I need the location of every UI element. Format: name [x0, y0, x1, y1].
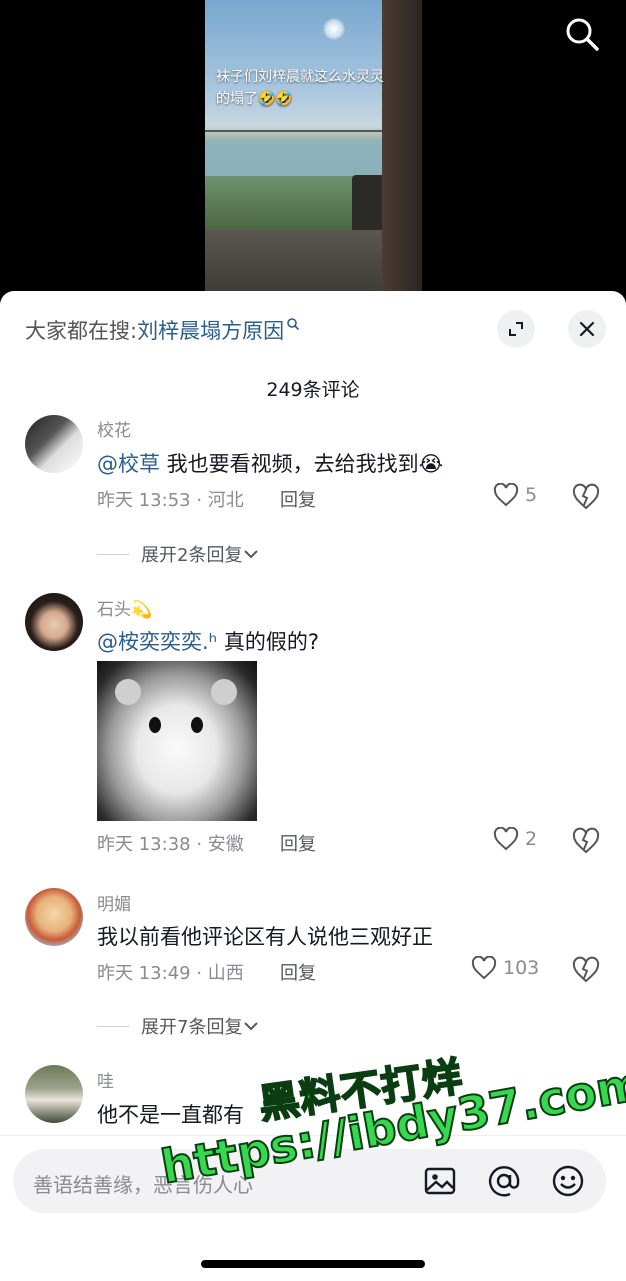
wall: [382, 0, 422, 300]
like-button[interactable]: 2: [493, 827, 537, 851]
broken-heart-icon[interactable]: [572, 827, 600, 855]
hamster-eye: [191, 717, 203, 733]
hamster-eye: [149, 717, 161, 733]
avatar[interactable]: [25, 415, 83, 473]
like-button[interactable]: 103: [471, 956, 539, 980]
comment-username[interactable]: 校花: [97, 416, 131, 441]
comment-body: 我也要看视频，去给我找到😭: [160, 452, 444, 476]
avatar[interactable]: [25, 593, 83, 651]
close-button[interactable]: [568, 310, 606, 348]
emoji-icon[interactable]: [550, 1163, 586, 1199]
comment-input-placeholder: 善语结善缘，恶言伤人心: [33, 1173, 253, 1197]
divider: [97, 553, 129, 555]
reply-button[interactable]: 回复: [280, 959, 316, 985]
expand-replies-button[interactable]: 展开7条回复: [97, 1013, 260, 1039]
chevron-down-icon: [244, 1022, 259, 1031]
comment-sheet: 大家都在搜:刘梓晨塌方原因 249条评论 校花 @校草 我也要看视频，去给我找到…: [0, 291, 626, 1280]
comment-meta: 昨天 13:49 · 山西: [97, 963, 244, 984]
expand-icon: [509, 322, 523, 336]
balcony-rail: [205, 130, 390, 132]
mention-link[interactable]: @桉奕奕奕.ʰ: [97, 630, 217, 654]
avatar[interactable]: [25, 1065, 83, 1123]
heart-icon: [493, 827, 519, 851]
hamster-ear: [211, 679, 237, 705]
expand-sheet-button[interactable]: [497, 310, 535, 348]
search-small-icon: [287, 318, 300, 331]
video-caption: 袜子们刘梓晨就这么水灵灵的塌了🤣🤣: [216, 69, 384, 107]
comment-text: 我以前看他评论区有人说他三观好正: [97, 925, 433, 949]
avatar[interactable]: [25, 888, 83, 946]
comment-username[interactable]: 哇: [97, 1067, 114, 1092]
comment-input-bar: 善语结善缘，恶言伤人心: [0, 1135, 626, 1281]
like-count: 103: [503, 957, 540, 979]
comment-text: @校草 我也要看视频，去给我找到😭: [97, 448, 443, 478]
heart-icon: [471, 956, 497, 980]
at-mention-icon[interactable]: [486, 1163, 522, 1199]
like-count: 5: [525, 484, 538, 506]
reply-button[interactable]: 回复: [280, 486, 316, 512]
search-icon[interactable]: [562, 14, 602, 54]
hamster-ear: [115, 679, 141, 705]
hot-search-banner[interactable]: 大家都在搜:刘梓晨塌方原因: [25, 315, 300, 345]
hot-search-prefix: 大家都在搜:: [25, 319, 138, 343]
comment-image[interactable]: [97, 661, 257, 821]
comment-count: 249条评论: [266, 379, 360, 401]
hot-search-keyword[interactable]: 刘梓晨塌方原因: [137, 319, 284, 343]
mention-link[interactable]: @校草: [97, 452, 160, 476]
reply-button[interactable]: 回复: [280, 830, 316, 856]
broken-heart-icon[interactable]: [572, 483, 600, 511]
expand-replies-button[interactable]: 展开2条回复: [97, 541, 260, 567]
home-indicator: [201, 1260, 425, 1268]
comment-username[interactable]: 明媚: [97, 890, 131, 915]
comment-input[interactable]: 善语结善缘，恶言伤人心: [13, 1149, 606, 1213]
video-player[interactable]: 袜子们刘梓晨就这么水灵灵的塌了🤣🤣: [0, 0, 626, 300]
expand-label: 展开2条回复: [141, 545, 243, 566]
sun-glare: [323, 18, 345, 40]
comment-meta: 昨天 13:53 · 河北: [97, 490, 244, 511]
comment-username[interactable]: 石头💫: [97, 595, 152, 620]
lake: [205, 140, 385, 176]
video-frame: [205, 0, 422, 300]
heart-icon: [493, 483, 519, 507]
broken-heart-icon[interactable]: [572, 956, 600, 984]
comment-text: @桉奕奕奕.ʰ 真的假的?: [97, 626, 319, 656]
chevron-down-icon: [244, 550, 259, 559]
image-icon[interactable]: [422, 1163, 458, 1199]
comment-body: 真的假的?: [217, 630, 319, 654]
comment-meta: 昨天 13:38 · 安徽: [97, 834, 244, 855]
like-count: 2: [525, 828, 538, 850]
expand-label: 展开7条回复: [141, 1017, 243, 1038]
like-button[interactable]: 5: [493, 483, 537, 507]
comment-text: 他不是一直都有: [97, 1103, 244, 1127]
close-icon: [579, 321, 595, 337]
divider: [97, 1025, 129, 1027]
